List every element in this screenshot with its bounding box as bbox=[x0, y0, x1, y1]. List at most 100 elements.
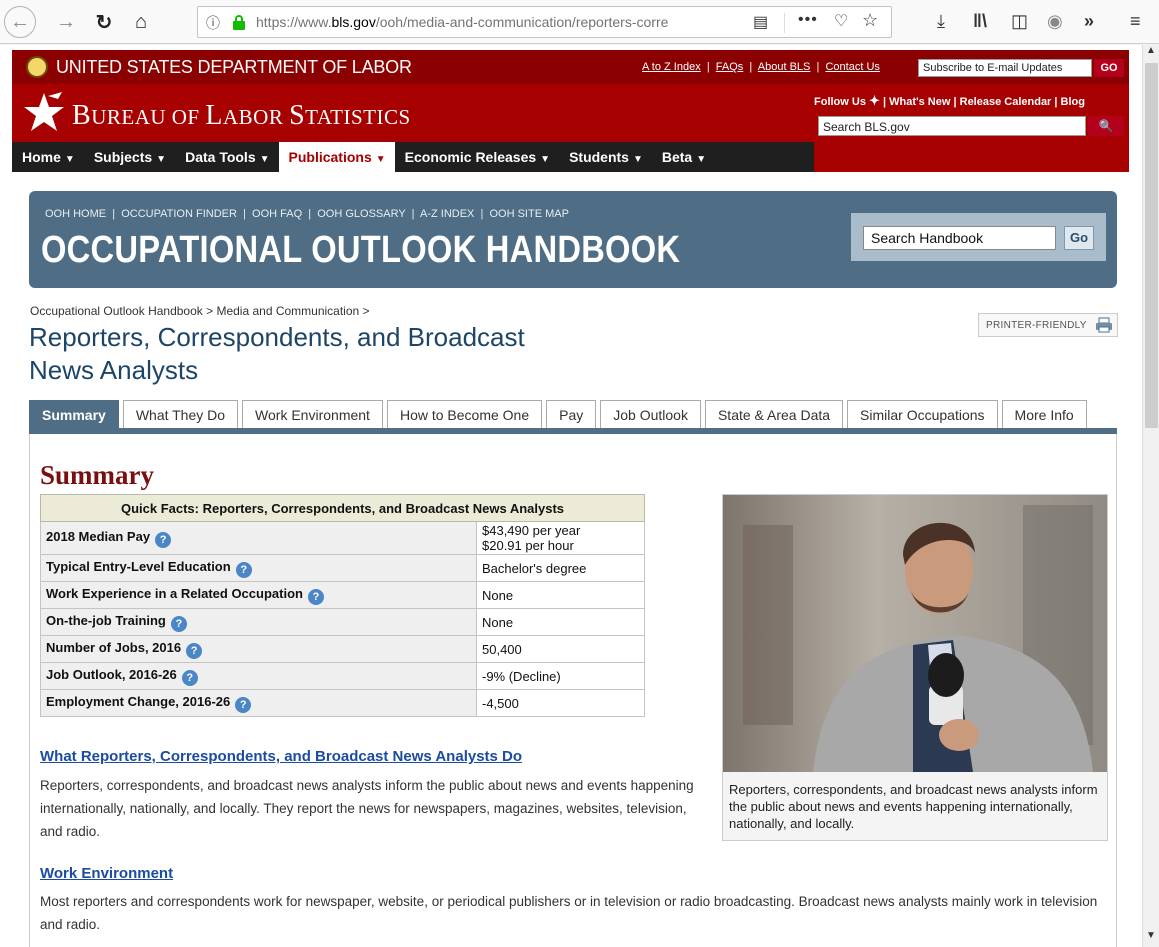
top-links: Follow Us ✦ | What's New | Release Calen… bbox=[814, 93, 1085, 108]
reporter-photo bbox=[723, 495, 1107, 772]
a-z-index-link[interactable]: A-Z INDEX bbox=[420, 208, 474, 220]
tab-state-area-data[interactable]: State & Area Data bbox=[704, 400, 844, 430]
ooh-faq-link[interactable]: OOH FAQ bbox=[252, 208, 302, 220]
dol-title[interactable]: UNITED STATES DEPARTMENT OF LABOR bbox=[56, 57, 412, 78]
breadcrumb[interactable]: Occupational Outlook Handbook > Media an… bbox=[30, 304, 370, 318]
scroll-thumb[interactable] bbox=[1145, 63, 1158, 428]
hamburger-menu-icon[interactable]: ≡ bbox=[1130, 11, 1141, 32]
bookmark-star-icon[interactable]: ☆ bbox=[862, 10, 878, 31]
tab-job-outlook[interactable]: Job Outlook bbox=[600, 400, 701, 430]
nav-publications[interactable]: Publications ▼ bbox=[278, 142, 395, 172]
search-icon[interactable]: 🔍 bbox=[1088, 116, 1124, 136]
help-icon[interactable]: ? bbox=[155, 531, 172, 548]
pocket-icon[interactable]: ♡ bbox=[834, 11, 848, 31]
back-arrow-icon[interactable]: ← bbox=[4, 6, 36, 38]
help-icon[interactable]: ? bbox=[307, 588, 324, 605]
search-bls-input[interactable]: Search BLS.gov bbox=[818, 116, 1086, 136]
fact-label: 2018 Median Pay? bbox=[40, 521, 477, 555]
fact-label: Number of Jobs, 2016? bbox=[40, 635, 477, 663]
help-icon[interactable]: ? bbox=[186, 642, 203, 659]
ooh-title[interactable]: OCCUPATIONAL OUTLOOK HANDBOOK bbox=[41, 229, 680, 272]
fact-value: None bbox=[476, 581, 645, 609]
url-bar[interactable]: ⓘ https://www.bls.gov/ooh/media-and-comm… bbox=[197, 6, 892, 38]
scroll-up-arrow-icon[interactable]: ▲ bbox=[1143, 45, 1159, 62]
what-they-do-text: Reporters, correspondents, and broadcast… bbox=[40, 778, 694, 839]
dol-header: UNITED STATES DEPARTMENT OF LABOR A to Z… bbox=[12, 50, 1129, 84]
table-row: Work Experience in a Related Occupation?… bbox=[40, 581, 645, 609]
tab-summary[interactable]: Summary bbox=[29, 400, 119, 430]
ooh-links: OOH HOME | OCCUPATION FINDER | OOH FAQ |… bbox=[45, 208, 569, 220]
reload-icon[interactable]: ↻ bbox=[90, 8, 118, 36]
page-title-line-1: Reporters, Correspondents, and Broadcast bbox=[29, 322, 525, 352]
info-icon[interactable]: ⓘ bbox=[206, 13, 220, 33]
help-icon[interactable]: ? bbox=[181, 669, 198, 686]
fact-value: Bachelor's degree bbox=[476, 554, 645, 582]
nav-data-tools[interactable]: Data Tools ▼ bbox=[175, 142, 278, 172]
bls-title[interactable]: BUREAU OF LABOR STATISTICS bbox=[72, 100, 411, 132]
scroll-down-arrow-icon[interactable]: ▼ bbox=[1143, 930, 1159, 947]
overflow-menu-icon[interactable]: » bbox=[1084, 11, 1094, 32]
bls-star-logo-icon[interactable] bbox=[22, 90, 66, 134]
vertical-scrollbar[interactable]: ▲ ▼ bbox=[1142, 45, 1159, 947]
blog-link[interactable]: Blog bbox=[1061, 96, 1085, 108]
page-title-line-2: News Analysts bbox=[29, 355, 199, 385]
page-viewport: UNITED STATES DEPARTMENT OF LABOR A to Z… bbox=[0, 45, 1142, 947]
extension-icon[interactable]: ◉ bbox=[1047, 11, 1063, 32]
whats-new-link[interactable]: What's New bbox=[889, 96, 950, 108]
printer-friendly-button[interactable]: PRINTER-FRIENDLY bbox=[978, 313, 1118, 337]
fact-label: Employment Change, 2016-26? bbox=[40, 689, 477, 717]
work-environment-link[interactable]: Work Environment bbox=[40, 865, 173, 882]
home-icon[interactable]: ⌂ bbox=[127, 8, 155, 36]
subscribe-email-input[interactable]: Subscribe to E-mail Updates bbox=[918, 59, 1092, 77]
url-separator bbox=[784, 13, 785, 33]
help-icon[interactable]: ? bbox=[170, 615, 187, 632]
tab-more-info[interactable]: More Info bbox=[1001, 400, 1087, 430]
ooh-home-link[interactable]: OOH HOME bbox=[45, 208, 106, 220]
printer-icon bbox=[1096, 317, 1112, 333]
nav-beta[interactable]: Beta ▼ bbox=[652, 142, 715, 172]
page-title: Reporters, Correspondents, and Broadcast… bbox=[29, 321, 589, 387]
contact-us-link[interactable]: Contact Us bbox=[825, 61, 879, 73]
follow-us-link[interactable]: Follow Us bbox=[814, 96, 866, 108]
twitter-icon[interactable]: ✦ bbox=[869, 93, 880, 108]
tab-how-to-become-one[interactable]: How to Become One bbox=[386, 400, 543, 430]
ooh-glossary-link[interactable]: OOH GLOSSARY bbox=[317, 208, 405, 220]
a-to-z-index-link[interactable]: A to Z Index bbox=[642, 61, 701, 73]
reader-view-icon[interactable]: ▤ bbox=[753, 12, 768, 32]
release-calendar-link[interactable]: Release Calendar bbox=[960, 96, 1052, 108]
dol-seal-icon bbox=[26, 56, 48, 78]
sidebar-icon[interactable]: ◫ bbox=[1011, 11, 1028, 32]
table-row: 2018 Median Pay? $43,490 per year $20.91 … bbox=[40, 521, 645, 555]
nav-economic-releases[interactable]: Economic Releases ▼ bbox=[395, 142, 559, 172]
nav-home[interactable]: Home ▼ bbox=[12, 142, 84, 172]
ooh-site-map-link[interactable]: OOH SITE MAP bbox=[489, 208, 568, 220]
about-bls-link[interactable]: About BLS bbox=[758, 61, 811, 73]
tab-what-they-do[interactable]: What They Do bbox=[122, 400, 239, 430]
library-icon[interactable]: ‖\ bbox=[973, 11, 987, 32]
nav-subjects[interactable]: Subjects ▼ bbox=[84, 142, 175, 172]
printer-friendly-label: PRINTER-FRIENDLY bbox=[986, 320, 1087, 331]
download-icon[interactable]: ⤓ bbox=[937, 11, 945, 32]
what-they-do-link[interactable]: What Reporters, Correspondents, and Broa… bbox=[40, 748, 522, 765]
main-nav: Home ▼ Subjects ▼ Data Tools ▼ Publications… bbox=[12, 142, 1129, 172]
tab-work-environment[interactable]: Work Environment bbox=[242, 400, 383, 430]
help-icon[interactable]: ? bbox=[235, 561, 252, 578]
chevron-down-icon: ▼ bbox=[375, 154, 386, 165]
nav-students[interactable]: Students ▼ bbox=[559, 142, 652, 172]
help-icon[interactable]: ? bbox=[235, 696, 252, 713]
tab-pay[interactable]: Pay bbox=[546, 400, 597, 430]
table-row: On-the-job Training? None bbox=[40, 608, 645, 636]
tab-similar-occupations[interactable]: Similar Occupations bbox=[847, 400, 998, 430]
summary-heading: Summary bbox=[40, 460, 154, 490]
handbook-search-go-button[interactable]: Go bbox=[1064, 226, 1094, 250]
figure-caption: Reporters, correspondents, and broadcast… bbox=[729, 782, 1098, 831]
forward-arrow-icon[interactable]: → bbox=[52, 8, 80, 36]
tab-bar: Summary What They Do Work Environment Ho… bbox=[29, 398, 1091, 432]
handbook-search-input[interactable]: Search Handbook bbox=[863, 226, 1056, 250]
occupation-finder-link[interactable]: OCCUPATION FINDER bbox=[121, 208, 237, 220]
chevron-down-icon: ▼ bbox=[540, 154, 551, 165]
page-actions-icon[interactable]: ••• bbox=[798, 11, 818, 29]
url-text: https://www.bls.gov/ooh/media-and-commun… bbox=[256, 14, 669, 30]
subscribe-go-button[interactable]: GO bbox=[1094, 59, 1124, 77]
faqs-link[interactable]: FAQs bbox=[716, 61, 744, 73]
